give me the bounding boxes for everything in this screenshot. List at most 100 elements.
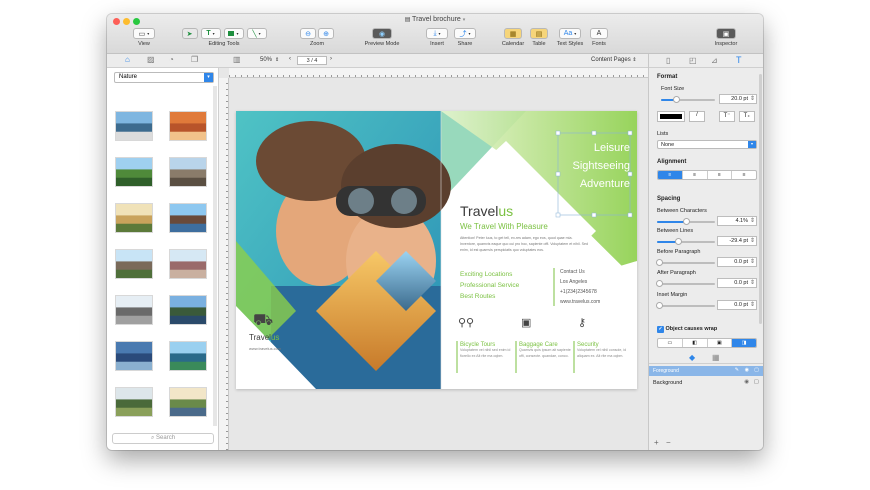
inspector-panel: ▯ ◰ ⊿ T Format Font Size 20.0 pt / T⁻ T₊… [648, 54, 763, 450]
image-thumbnail[interactable] [115, 203, 153, 233]
grid-icon[interactable]: ▦ [712, 353, 720, 362]
superscript-button[interactable]: T⁻ [719, 111, 735, 122]
lock-icon[interactable]: ▢ [754, 379, 759, 385]
sidebar-scrollbar[interactable] [213, 86, 217, 426]
text-color-well[interactable] [657, 111, 685, 122]
wrap-left-icon[interactable]: ◧ [683, 339, 708, 347]
subscript-button[interactable]: T₊ [739, 111, 755, 122]
zoom-out-button[interactable]: ⊖ [300, 28, 316, 39]
category-select[interactable]: Nature ▾ [114, 72, 214, 83]
font-size-label: Font Size [661, 86, 685, 92]
page-indicator[interactable]: 3 / 4 [297, 56, 327, 65]
image-thumbnail[interactable] [169, 111, 207, 141]
wrap-mode-control[interactable]: ▭ ◧ ▣ ◨ [657, 338, 757, 348]
image-thumbnail[interactable] [115, 249, 153, 279]
next-page-icon[interactable]: › [330, 56, 332, 62]
clipart-icon[interactable]: ❐ [191, 55, 198, 64]
text-styles-button[interactable]: Aa ▾ Text Styles [553, 28, 587, 47]
image-thumbnail[interactable] [169, 387, 207, 417]
font-size-slider[interactable] [661, 96, 715, 103]
view-button[interactable]: ▭ ▾ View [131, 28, 157, 47]
calendar-label: Calendar [501, 41, 525, 47]
calendar-button[interactable]: ▦ Calendar [499, 28, 527, 47]
between-characters-field[interactable]: 4.1% [717, 216, 757, 226]
after-paragraph-slider[interactable] [656, 280, 715, 287]
search-icon: ⌕ [150, 435, 155, 441]
inspector-scrollbar[interactable] [759, 74, 762, 324]
photo-icon[interactable]: ▨ [147, 55, 155, 64]
page-thumbnails-icon[interactable]: ▥ [233, 55, 241, 64]
line-tool-button[interactable]: ╲ ▾ [246, 28, 267, 39]
edit-icon[interactable]: ✎ [735, 367, 739, 373]
align-justify-icon[interactable]: ≡ [732, 171, 756, 179]
object-wrap-checkbox[interactable]: ✓ Object causes wrap [657, 326, 717, 333]
inspector-button[interactable]: ▣ Inspector [707, 28, 745, 47]
wrap-around-icon[interactable]: ▭ [658, 339, 683, 347]
layout-tab-icon[interactable]: ◰ [689, 56, 697, 65]
service-security: Security Voluptatem vel nihil console, i… [577, 342, 633, 359]
zoom-group: ⊖ ⊕ Zoom [293, 28, 341, 47]
preview-mode-button[interactable]: ◉ Preview Mode [358, 28, 406, 47]
alignment-control[interactable]: ≡ ≡ ≡ ≡ [657, 170, 757, 180]
document-tab-icon[interactable]: ▯ [666, 56, 670, 65]
prev-page-icon[interactable]: ‹ [289, 56, 291, 62]
image-thumbnail[interactable] [115, 295, 153, 325]
visibility-icon[interactable]: ◉ [745, 367, 749, 373]
tagline-list[interactable]: Leisure Sightseeing Adventure [554, 139, 631, 193]
shapes-icon[interactable]: ◔ [169, 55, 174, 64]
after-paragraph-field[interactable]: 0.0 pt [717, 278, 757, 288]
layer-row-background[interactable]: Background ◉ ▢ [649, 378, 763, 388]
content-pages-dropdown[interactable]: Content Pages ⇕ [591, 57, 637, 63]
brand-title-a: Travel [460, 203, 499, 219]
visibility-icon[interactable]: ◉ [744, 379, 749, 385]
text-style-button[interactable]: / [689, 111, 705, 122]
lists-select[interactable]: None ▾ [657, 140, 757, 149]
between-characters-slider[interactable] [657, 218, 715, 225]
arrange-tab-icon[interactable]: ⊿ [711, 56, 718, 65]
zoom-in-button[interactable]: ⊕ [318, 28, 334, 39]
image-thumbnail[interactable] [115, 157, 153, 187]
fonts-button[interactable]: A Fonts [587, 28, 611, 47]
pointer-tool-button[interactable]: ➤ [181, 28, 198, 39]
align-right-icon[interactable]: ≡ [708, 171, 733, 179]
brochure-page[interactable]: Leisure Sightseeing Adventure Travelus W… [236, 111, 637, 389]
image-thumbnail[interactable] [169, 295, 207, 325]
image-thumbnail[interactable] [115, 341, 153, 371]
shape-tool-button[interactable]: ▾ [223, 28, 244, 39]
app-window: ▤ Travel brochure ▾ ▭ ▾ View ➤ T ▾ ▾ ╲ ▾ Edi… [107, 14, 763, 450]
inset-margin-field[interactable]: 0.0 pt [717, 300, 757, 310]
text-tab-icon[interactable]: T [736, 55, 742, 65]
between-lines-slider[interactable] [657, 238, 715, 245]
remove-layer-icon[interactable]: − [666, 438, 671, 447]
before-paragraph-field[interactable]: 0.0 pt [717, 257, 757, 267]
lock-icon[interactable]: ▢ [754, 367, 759, 373]
table-button[interactable]: ▤ Table [527, 28, 551, 47]
between-lines-field[interactable]: -29.4 pt [717, 236, 757, 246]
image-thumbnail[interactable] [169, 157, 207, 187]
layer-row-foreground[interactable]: Foreground ✎ ◉ ▢ [649, 366, 763, 376]
share-button[interactable]: ⤴ ▾ Share [451, 28, 479, 47]
image-thumbnail[interactable] [169, 249, 207, 279]
add-layer-icon[interactable]: + [654, 438, 659, 447]
search-field[interactable]: ⌕ Search [112, 433, 214, 444]
library-icon[interactable]: ⌂ [125, 55, 130, 64]
font-size-field[interactable]: 20.0 pt [719, 94, 757, 104]
align-left-icon[interactable]: ≡ [658, 171, 683, 179]
insert-icon: ⤓ [433, 29, 437, 37]
zoom-label: Zoom [309, 41, 325, 47]
layers-icon[interactable]: ◆ [689, 353, 695, 362]
image-thumbnail[interactable] [169, 203, 207, 233]
image-thumbnail[interactable] [115, 111, 153, 141]
align-center-icon[interactable]: ≡ [683, 171, 708, 179]
inset-margin-label: Inset Margin [657, 292, 688, 298]
before-paragraph-slider[interactable] [656, 259, 715, 266]
zoom-value[interactable]: 50% [260, 57, 272, 63]
wrap-right-icon[interactable]: ▣ [708, 339, 733, 347]
inset-margin-slider[interactable] [656, 302, 715, 309]
wrap-both-icon[interactable]: ◨ [732, 339, 756, 347]
image-thumbnail[interactable] [169, 341, 207, 371]
text-tool-button[interactable]: T ▾ [200, 28, 221, 39]
service-text: Quamvis quis ipsum ait sapiente offi, co… [519, 348, 571, 358]
insert-button[interactable]: ⤓ ▾ Insert [423, 28, 451, 47]
image-thumbnail[interactable] [115, 387, 153, 417]
